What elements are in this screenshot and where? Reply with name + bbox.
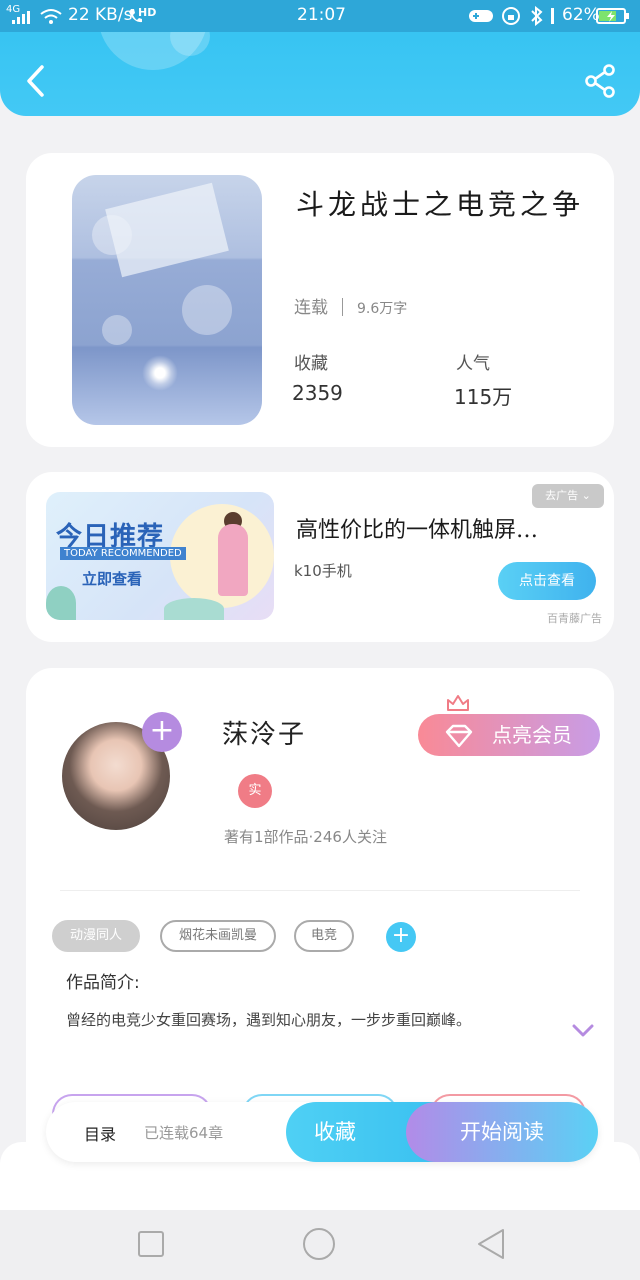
divider — [60, 890, 580, 891]
book-cover[interactable] — [72, 175, 262, 425]
home-icon[interactable] — [302, 1227, 336, 1261]
game-controller-icon — [469, 10, 493, 22]
lock-rotation-icon — [502, 7, 520, 25]
network-speed: 22 KB/s — [68, 5, 133, 25]
bluetooth-icon — [531, 6, 543, 26]
battery-level: 62% — [562, 5, 600, 25]
collect-label: 收藏 — [294, 354, 328, 374]
author-card: + 莯泠子 实 著有1部作品·246人关注 点亮会员 动漫同人 烟花未画凯曼 电… — [26, 668, 614, 1168]
wifi-icon — [40, 9, 62, 24]
author-name[interactable]: 莯泠子 — [222, 714, 306, 751]
back-icon[interactable] — [476, 1228, 506, 1260]
author-stats: 著有1部作品·246人关注 — [224, 828, 387, 846]
ad-banner-figure — [218, 524, 248, 596]
cover-decoration — [182, 285, 232, 335]
start-reading-button[interactable]: 开始阅读 — [406, 1102, 598, 1162]
intro-label: 作品简介: — [66, 973, 140, 993]
action-bar: 目录 已连载64章 收藏 开始阅读 — [46, 1102, 598, 1162]
chevron-down-icon: ⌄ — [581, 489, 591, 502]
cover-sparkler — [142, 355, 178, 391]
meta-divider — [342, 298, 343, 316]
ad-banner-leaf — [164, 598, 224, 620]
hd-indicator: HD — [138, 6, 157, 19]
intro-text: 曾经的电竞少女重回赛场，遇到知心朋友，一步步重回巅峰。 — [66, 1011, 472, 1029]
remove-ad-label: 去广告 — [545, 489, 579, 502]
chapter-count: 已连载64章 — [144, 1124, 224, 1142]
ad-title: 高性价比的一体机触屏… — [296, 518, 539, 543]
book-status: 连载 — [294, 298, 328, 318]
battery-icon — [596, 8, 629, 24]
signal-icon — [12, 11, 30, 24]
cover-decoration — [102, 315, 132, 345]
remove-ad-button[interactable]: 去广告 ⌄ — [532, 484, 604, 508]
chevron-left-icon[interactable] — [24, 64, 46, 98]
book-info-card: 斗龙战士之电竞之争 连载 9.6万字 收藏 2359 人气 115万 — [26, 153, 614, 447]
ad-banner-subtitle: TODAY RECOMMENDED — [60, 547, 186, 560]
tag-esports[interactable]: 电竞 — [294, 920, 354, 952]
book-word-count: 9.6万字 — [357, 301, 408, 317]
popularity-count: 115万 — [454, 385, 513, 409]
diamond-icon — [445, 724, 473, 748]
ad-subtitle: k10手机 — [294, 562, 352, 580]
ad-source: 百青藤广告 — [547, 612, 602, 625]
system-nav-bar — [0, 1210, 640, 1280]
ad-view-button[interactable]: 点击查看 — [498, 562, 596, 600]
recent-apps-icon[interactable] — [137, 1230, 165, 1258]
ad-banner-cta: 立即查看 — [82, 570, 143, 588]
cover-card-image — [105, 182, 229, 278]
verified-badge: 实 — [238, 774, 272, 808]
tag-topic[interactable]: 烟花未画凯曼 — [160, 920, 276, 952]
book-title: 斗龙战士之电竞之争 — [296, 188, 585, 221]
catalog-button[interactable]: 目录 — [84, 1121, 116, 1145]
collect-count: 2359 — [292, 381, 343, 405]
chevron-down-icon[interactable] — [572, 1024, 594, 1038]
ad-banner-image[interactable]: 今日推荐 TODAY RECOMMENDED 立即查看 — [46, 492, 274, 620]
follow-button[interactable]: + — [142, 712, 182, 752]
ad-card[interactable]: 今日推荐 TODAY RECOMMENDED 立即查看 去广告 ⌄ 高性价比的一… — [26, 472, 614, 642]
status-bar: 4G 22 KB/s HD 21:07 62% — [0, 0, 640, 32]
tag-genre[interactable]: 动漫同人 — [52, 920, 140, 952]
add-tag-button[interactable]: + — [386, 922, 416, 952]
book-meta: 连载 9.6万字 — [294, 293, 407, 318]
app-header: 4G 22 KB/s HD 21:07 62% — [0, 0, 640, 116]
popularity-label: 人气 — [456, 354, 490, 374]
share-icon[interactable] — [584, 64, 616, 98]
clock: 21:07 — [297, 5, 346, 25]
vibrate-icon — [551, 8, 554, 24]
crown-icon — [447, 695, 469, 711]
ad-banner-leaf — [46, 586, 76, 620]
